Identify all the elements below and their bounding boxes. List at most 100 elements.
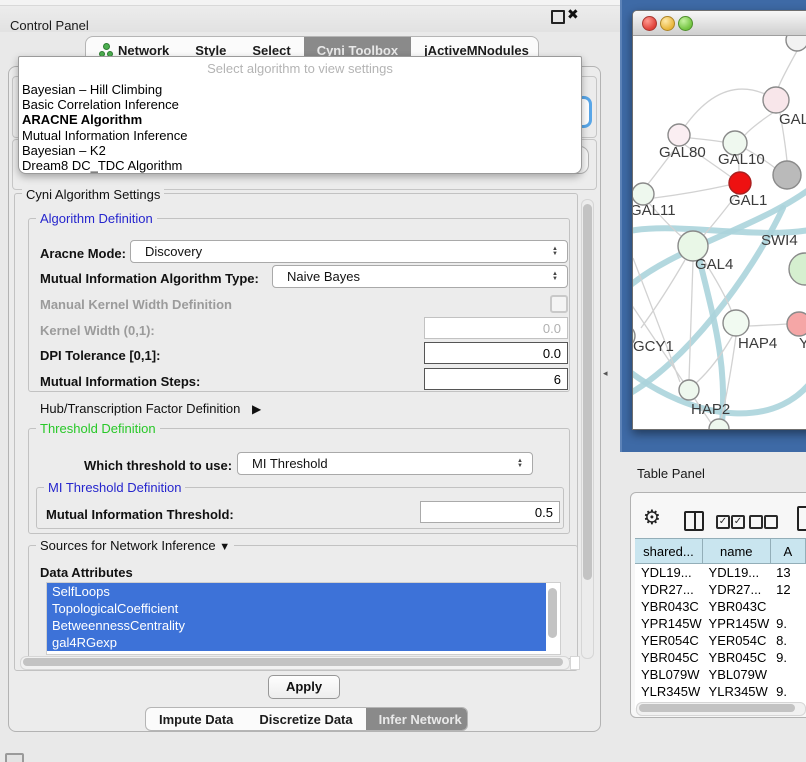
network-edge[interactable] [654, 185, 729, 198]
algorithm-option-dream8-dc-tdc-algorithm[interactable]: Dream8 DC_TDC Algorithm [19, 158, 581, 173]
deselect-all-checkbox-icon[interactable] [764, 515, 778, 529]
file-icon[interactable] [797, 506, 806, 531]
table-row[interactable]: YBR043CYBR043C [635, 598, 806, 615]
hub-definition-toggle[interactable]: Hub/Transcription Factor Definition ▶ [40, 401, 261, 416]
cyni-settings-legend: Cyni Algorithm Settings [22, 187, 164, 202]
manual-kernel-width-checkbox[interactable] [550, 295, 568, 313]
corner-widget-fragment [5, 753, 24, 762]
mi-algorithm-type-select[interactable]: Naive Bayes ▲▼ [272, 265, 568, 288]
algorithm-dropdown-items: Bayesian – Hill ClimbingBasic Correlatio… [19, 82, 581, 173]
split-columns-icon[interactable] [684, 511, 704, 531]
table-row[interactable]: YPR145WYPR145W9. [635, 615, 806, 632]
close-icon[interactable]: ✖ [567, 6, 579, 23]
dpi-tolerance-input[interactable] [424, 342, 568, 364]
network-node-label: GAL11 [633, 202, 676, 219]
network-edge[interactable] [696, 335, 733, 383]
network-node-y[interactable] [787, 312, 806, 336]
table-cell: 12 [770, 581, 806, 598]
network-node-gal80[interactable] [668, 124, 690, 146]
data-attributes-list: SelfLoopsTopologicalCoefficientBetweenne… [46, 582, 561, 655]
panel-splitter-arrow[interactable]: ◂ [603, 368, 608, 379]
table-cell: YPR145W [703, 615, 771, 632]
network-edge[interactable] [745, 112, 774, 135]
algorithm-option-aracne-algorithm[interactable]: ARACNE Algorithm [19, 112, 581, 127]
network-node[interactable] [786, 36, 806, 51]
network-node-hap2[interactable] [679, 380, 699, 400]
network-node[interactable] [773, 161, 801, 189]
table-row[interactable]: YBR045CYBR045C9. [635, 649, 806, 666]
bottom-tab-infer-network[interactable]: Infer Network [366, 708, 468, 730]
attribute-item-selfloops[interactable]: SelfLoops [47, 583, 546, 600]
aracne-mode-value: Discovery [131, 244, 547, 259]
bottom-tab-discretize-data[interactable]: Discretize Data [246, 708, 365, 730]
table-row[interactable]: YDR27...YDR27...12 [635, 581, 806, 598]
manual-kernel-width-label: Manual Kernel Width Definition [40, 297, 232, 312]
column-header-name[interactable]: name [702, 538, 771, 564]
table-cell: 8. [770, 632, 806, 649]
column-header-a[interactable]: A [770, 538, 806, 564]
which-threshold-label: Which threshold to use: [84, 458, 232, 473]
network-node-label: HAP2 [691, 401, 730, 418]
network-edge[interactable] [633, 258, 680, 382]
float-window-icon[interactable] [551, 10, 565, 24]
network-window[interactable]: GALGAL80GAL10GAL1GAL11GAL4SWI4HAP4YGCY1H… [632, 10, 806, 430]
network-canvas[interactable]: GALGAL80GAL10GAL1GAL11GAL4SWI4HAP4YGCY1H… [633, 36, 806, 430]
algorithm-option-bayesian-k2[interactable]: Bayesian – K2 [19, 143, 581, 158]
network-edge[interactable] [749, 324, 787, 326]
table-cell: YBR045C [635, 649, 703, 666]
gear-icon[interactable]: ⚙ [643, 505, 661, 530]
settings-hscrollbar-thumb[interactable] [23, 658, 563, 666]
select-all-checkbox-icon[interactable]: ✓ [716, 515, 730, 529]
bottom-tab-impute-data[interactable]: Impute Data [146, 708, 246, 730]
application-window: Control Panel ✖ NetworkStyleSelectCyni T… [0, 0, 806, 762]
table-hscrollbar[interactable] [636, 702, 806, 716]
mac-close-icon[interactable] [642, 16, 657, 31]
network-node-gal[interactable] [763, 87, 789, 113]
mi-threshold-definition-legend: MI Threshold Definition [44, 480, 185, 495]
network-node-swi4[interactable] [789, 253, 806, 285]
mac-minimize-icon[interactable] [660, 16, 675, 31]
scrollbar-corner [570, 656, 580, 670]
attribute-item-betweennesscentrality[interactable]: BetweennessCentrality [47, 617, 546, 634]
deselect-all-checkbox-icon[interactable] [749, 515, 763, 529]
network-edge[interactable] [689, 261, 693, 380]
network-node-hap4[interactable] [723, 310, 749, 336]
attributes-scrollbar-thumb[interactable] [548, 588, 557, 638]
mi-steps-input[interactable] [424, 368, 568, 390]
column-header-shared[interactable]: shared... [635, 538, 703, 564]
kernel-width-label: Kernel Width (0,1): [40, 323, 155, 338]
sources-legend[interactable]: Sources for Network Inference ▼ [36, 538, 234, 553]
apply-button[interactable]: Apply [268, 675, 340, 699]
algorithm-option-mutual-information-inference[interactable]: Mutual Information Inference [19, 128, 581, 143]
which-threshold-select[interactable]: MI Threshold ▲▼ [237, 452, 533, 475]
network-node-label: GCY1 [633, 338, 674, 355]
network-edge[interactable] [690, 138, 723, 142]
attribute-item-topologicalcoefficient[interactable]: TopologicalCoefficient [47, 600, 546, 617]
algorithm-option-bayesian-hill-climbing[interactable]: Bayesian – Hill Climbing [19, 82, 581, 97]
network-node[interactable] [709, 419, 729, 430]
aracne-mode-select[interactable]: Discovery ▲▼ [130, 240, 568, 263]
select-all-checkbox-icon[interactable]: ✓ [731, 515, 745, 529]
mac-zoom-icon[interactable] [678, 16, 693, 31]
network-window-titlebar[interactable] [633, 11, 806, 36]
table-row[interactable]: YDL19...YDL19...13 [635, 564, 806, 581]
attribute-item-gal4rgexp[interactable]: gal4RGexp [47, 634, 546, 651]
chevron-down-icon: ▼ [219, 541, 230, 553]
table-header-row: shared...nameA [635, 538, 806, 564]
table-row[interactable]: YER054CYER054C8. [635, 632, 806, 649]
mi-threshold-input[interactable] [420, 501, 560, 523]
algorithm-option-basic-correlation-inference[interactable]: Basic Correlation Inference [19, 97, 581, 112]
settings-scrollbar[interactable] [581, 199, 594, 659]
table-row[interactable]: YLR345WYLR345W9. [635, 683, 806, 700]
network-node-gal1[interactable] [729, 172, 751, 194]
settings-hscrollbar[interactable] [20, 656, 570, 670]
table-hscrollbar-thumb[interactable] [639, 704, 795, 712]
table-row[interactable]: YBL079WYBL079W [635, 666, 806, 683]
control-panel-titlebar: Control Panel [0, 6, 620, 32]
control-panel-title: Control Panel [10, 18, 89, 33]
network-edge[interactable] [778, 51, 797, 88]
kernel-width-input[interactable] [424, 317, 568, 339]
settings-scrollbar-thumb[interactable] [583, 204, 592, 580]
network-node-label: GAL1 [729, 192, 767, 209]
table-cell: YBL079W [703, 666, 771, 683]
